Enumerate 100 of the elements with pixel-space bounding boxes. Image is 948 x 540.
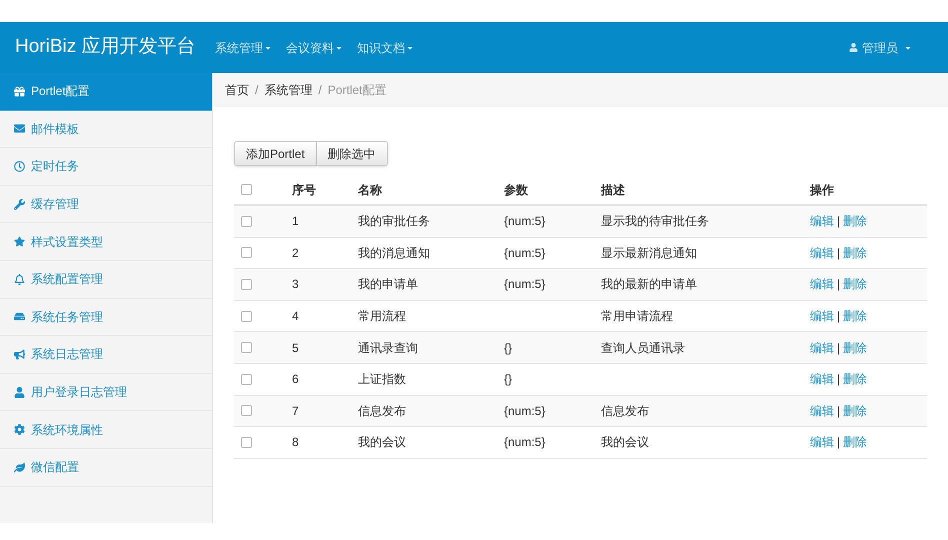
delete-link[interactable]: 删除 <box>843 275 868 294</box>
delete-link[interactable]: 删除 <box>843 338 868 357</box>
table-cell: 我的会议 <box>601 435 649 450</box>
edit-link[interactable]: 编辑 <box>810 244 834 262</box>
table-cell: 6 <box>292 372 299 386</box>
wrench-icon <box>14 198 25 210</box>
link-separator: | <box>837 340 840 357</box>
breadcrumb-separator: / <box>255 82 258 99</box>
table-cell: 1 <box>292 214 299 228</box>
column-header: 名称 <box>358 182 383 198</box>
settings-icon <box>14 424 25 436</box>
link-separator: | <box>837 371 840 388</box>
link-separator: | <box>837 213 840 230</box>
link-separator: | <box>837 434 840 452</box>
delete-link[interactable]: 删除 <box>843 307 868 326</box>
breadcrumb-link[interactable]: 首页 <box>225 81 249 99</box>
checkbox[interactable] <box>241 374 252 385</box>
table-cell: 我的最新的申请单 <box>601 277 697 292</box>
delete-link[interactable]: 删除 <box>843 244 868 262</box>
table-cell: 8 <box>292 435 299 450</box>
column-header: 序号 <box>292 182 317 198</box>
table-cell: 信息发布 <box>358 404 406 418</box>
breadcrumb-link[interactable]: 系统管理 <box>264 81 312 99</box>
delete-link[interactable]: 删除 <box>843 370 868 388</box>
checkbox[interactable] <box>241 436 252 448</box>
table-cell: 3 <box>292 277 299 292</box>
sidebar-item[interactable]: 缓存管理 <box>0 186 212 224</box>
edit-link[interactable]: 编辑 <box>810 370 834 388</box>
user-icon <box>14 386 25 398</box>
toolbar-button[interactable]: 删除选中 <box>316 141 388 166</box>
table-cell: 我的申请单 <box>358 277 418 292</box>
table-cell: {num:5} <box>504 214 546 228</box>
delete-link[interactable]: 删除 <box>843 402 868 420</box>
drive-icon <box>14 311 25 322</box>
table-cell: {} <box>504 372 512 386</box>
sidebar-item[interactable]: 定时任务 <box>0 148 212 186</box>
table-cell: 4 <box>292 309 299 324</box>
nav-menu[interactable]: 知识文档 <box>350 38 421 56</box>
sidebar-item[interactable]: 微信配置 <box>0 448 212 487</box>
envelope-icon <box>14 123 25 134</box>
bell-icon <box>14 274 25 285</box>
edit-link[interactable]: 编辑 <box>810 338 834 357</box>
megaphone-icon <box>14 348 25 360</box>
table-cell: 常用流程 <box>358 309 406 324</box>
toolbar-button[interactable]: 添加Portlet <box>234 141 317 166</box>
checkbox[interactable] <box>241 310 252 322</box>
edit-link[interactable]: 编辑 <box>810 212 834 230</box>
column-header: 操作 <box>810 182 834 198</box>
table-cell: 显示最新消息通知 <box>601 246 697 260</box>
table-cell: 通讯录查询 <box>358 340 418 355</box>
table-cell: 常用申请流程 <box>601 309 673 324</box>
checkbox[interactable] <box>241 405 252 416</box>
delete-link[interactable]: 删除 <box>843 212 868 230</box>
edit-link[interactable]: 编辑 <box>810 433 834 452</box>
table-cell: {num:5} <box>504 246 546 260</box>
sidebar-item[interactable]: Portlet配置 <box>0 73 212 111</box>
gift-icon <box>14 86 25 97</box>
table-cell: 查询人员通讯录 <box>601 340 685 355</box>
brand-title[interactable]: HoriBiz 应用开发平台 <box>15 33 208 62</box>
user-menu[interactable]: 管理员 <box>849 38 912 56</box>
link-separator: | <box>837 308 840 326</box>
breadcrumb-current: Portlet配置 <box>328 82 386 99</box>
breadcrumb-separator: / <box>318 82 322 99</box>
checkbox[interactable] <box>241 247 252 258</box>
sidebar-item[interactable]: 系统任务管理 <box>0 298 212 336</box>
sidebar-item[interactable]: 系统配置管理 <box>0 260 212 299</box>
column-header: 参数 <box>504 182 529 198</box>
clock-icon <box>14 160 25 172</box>
table-cell: 信息发布 <box>601 404 649 418</box>
table-cell: 5 <box>292 340 299 355</box>
edit-link[interactable]: 编辑 <box>810 307 834 326</box>
nav-menu[interactable]: 会议资料 <box>279 38 350 56</box>
nav-menu[interactable]: 系统管理 <box>208 38 279 56</box>
table-cell: {num:5} <box>504 404 546 418</box>
edit-link[interactable]: 编辑 <box>810 275 834 294</box>
table-cell: 我的审批任务 <box>358 214 430 228</box>
table-cell: 2 <box>292 246 299 260</box>
sidebar-item[interactable]: 系统日志管理 <box>0 336 212 374</box>
star-icon <box>14 236 25 248</box>
sidebar-item[interactable]: 系统环境属性 <box>0 411 212 449</box>
table-cell: 7 <box>292 404 299 418</box>
sidebar-item[interactable]: 用户登录日志管理 <box>0 374 212 412</box>
checkbox[interactable] <box>241 216 252 227</box>
checkbox[interactable] <box>241 342 252 354</box>
table-cell: 我的会议 <box>358 435 406 450</box>
checkbox[interactable] <box>241 184 252 195</box>
link-separator: | <box>837 276 840 294</box>
sidebar-item[interactable]: 邮件模板 <box>0 110 212 148</box>
edit-link[interactable]: 编辑 <box>810 402 834 420</box>
column-header: 描述 <box>601 182 626 198</box>
table-cell: 我的消息通知 <box>358 246 430 260</box>
leaf-icon <box>14 462 25 473</box>
link-separator: | <box>837 244 840 262</box>
table-cell: {} <box>504 340 512 355</box>
table-cell: 上证指数 <box>358 372 406 386</box>
checkbox[interactable] <box>241 278 252 290</box>
table-cell: 显示我的待审批任务 <box>601 214 709 228</box>
delete-link[interactable]: 删除 <box>843 433 868 452</box>
sidebar-item[interactable]: 样式设置类型 <box>0 223 212 261</box>
table-cell: {num:5} <box>504 435 546 450</box>
